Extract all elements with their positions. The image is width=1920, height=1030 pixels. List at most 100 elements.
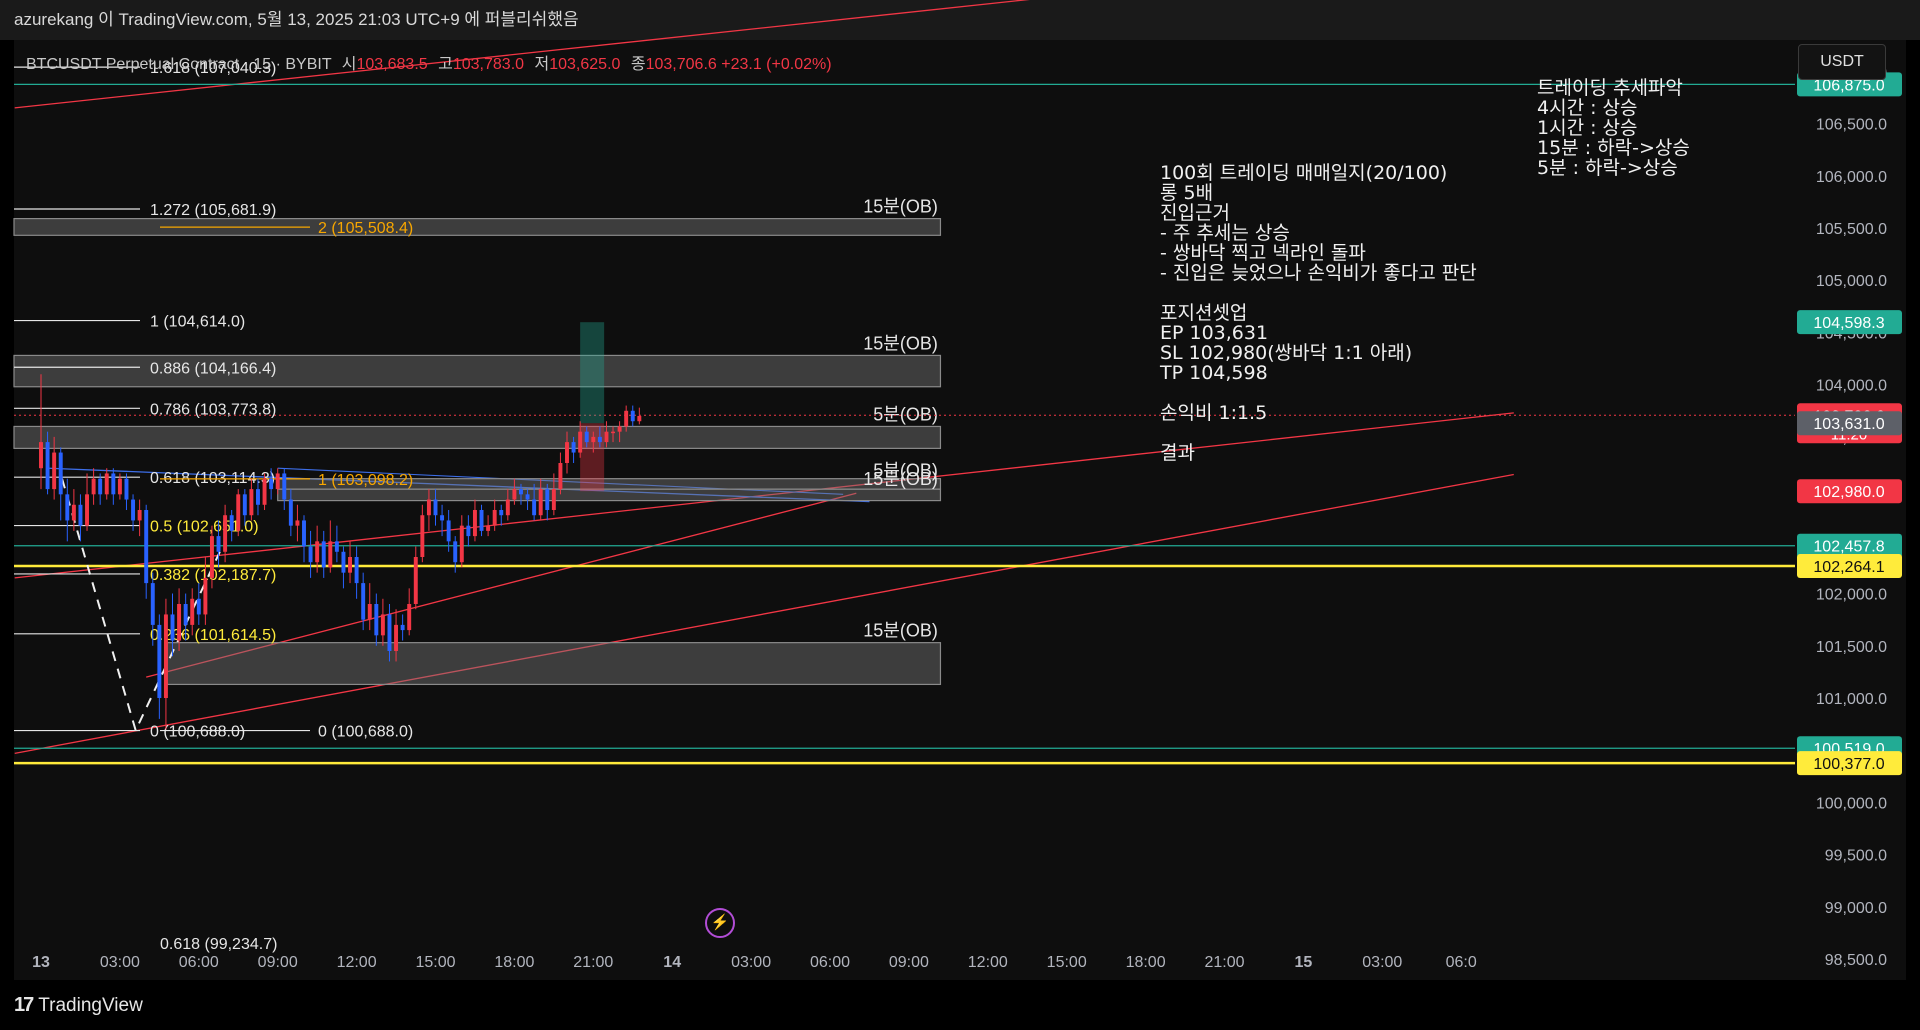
candle-body[interactable]	[341, 551, 346, 573]
candle-body[interactable]	[262, 478, 267, 505]
candle-body[interactable]	[328, 541, 333, 568]
candle-body[interactable]	[334, 541, 339, 552]
price-axis[interactable]	[1795, 80, 1906, 980]
candle-body[interactable]	[505, 499, 510, 516]
candle-body[interactable]	[39, 442, 43, 469]
candle-body[interactable]	[104, 473, 109, 495]
candle-body[interactable]	[321, 541, 326, 568]
candle-body[interactable]	[472, 510, 477, 537]
candle-body[interactable]	[617, 426, 622, 432]
candle-body[interactable]	[499, 510, 504, 516]
candle-body[interactable]	[131, 499, 136, 521]
candle-body[interactable]	[578, 431, 583, 453]
candle-body[interactable]	[144, 510, 149, 584]
candle-body[interactable]	[420, 515, 425, 557]
candle-body[interactable]	[275, 473, 280, 490]
order-block-zone[interactable]	[277, 488, 942, 502]
candle-body[interactable]	[486, 525, 491, 531]
candle-body[interactable]	[407, 604, 412, 631]
currency-button[interactable]: USDT	[1798, 44, 1886, 80]
position-target-zone[interactable]	[580, 322, 605, 424]
candle-body[interactable]	[223, 515, 228, 552]
candle-body[interactable]	[249, 489, 254, 516]
candle-body[interactable]	[137, 510, 142, 521]
candle-body[interactable]	[124, 478, 129, 500]
candle-body[interactable]	[229, 515, 234, 531]
tradingview-brand[interactable]: 17 TradingView	[14, 994, 143, 1017]
candle-body[interactable]	[150, 583, 155, 625]
candle-body[interactable]	[630, 410, 635, 422]
candle-body[interactable]	[611, 431, 615, 434]
candle-body[interactable]	[65, 494, 70, 521]
candle-body[interactable]	[532, 499, 537, 516]
candle-body[interactable]	[374, 604, 379, 636]
candle-body[interactable]	[78, 504, 83, 526]
candle-body[interactable]	[426, 499, 431, 516]
candle-body[interactable]	[558, 463, 563, 490]
candle-body[interactable]	[170, 614, 175, 641]
candle-body[interactable]	[519, 489, 523, 495]
candle-body[interactable]	[624, 410, 629, 427]
candle-body[interactable]	[591, 436, 596, 443]
candle-body[interactable]	[163, 614, 168, 698]
candle-body[interactable]	[400, 624, 405, 631]
order-block-zone[interactable]	[13, 425, 942, 449]
order-block-zone[interactable]	[13, 218, 942, 236]
candle-body[interactable]	[413, 557, 418, 604]
candle-body[interactable]	[98, 478, 103, 495]
candle-body[interactable]	[538, 489, 543, 516]
candle-body[interactable]	[512, 489, 517, 500]
candle-body[interactable]	[354, 557, 359, 584]
candle-body[interactable]	[565, 442, 569, 463]
candle-body[interactable]	[71, 504, 76, 521]
candle-body[interactable]	[209, 536, 214, 578]
position-stop-zone[interactable]	[580, 423, 605, 492]
order-block-zone[interactable]	[166, 642, 942, 686]
candle-body[interactable]	[308, 546, 313, 563]
candle-body[interactable]	[466, 525, 471, 537]
candle-body[interactable]	[551, 489, 556, 510]
symbol-title[interactable]: BTCUSDT Perpetual Contract · 15 · BYBIT	[26, 56, 331, 73]
candle-body[interactable]	[256, 489, 260, 505]
candle-body[interactable]	[525, 494, 530, 500]
candle-body[interactable]	[604, 431, 609, 443]
candle-body[interactable]	[315, 541, 320, 563]
candle-body[interactable]	[545, 489, 550, 510]
candle-body[interactable]	[111, 473, 116, 495]
candle-body[interactable]	[440, 515, 445, 521]
candle-body[interactable]	[183, 604, 188, 625]
candle-body[interactable]	[190, 598, 195, 625]
candle-body[interactable]	[85, 494, 89, 526]
candle-body[interactable]	[387, 614, 392, 651]
time-axis[interactable]	[14, 940, 1906, 980]
candle-body[interactable]	[479, 510, 484, 531]
candle-body[interactable]	[216, 536, 221, 552]
candle-body[interactable]	[453, 541, 458, 563]
candle-body[interactable]	[117, 478, 122, 495]
candle-body[interactable]	[203, 577, 208, 615]
candle-body[interactable]	[302, 520, 306, 547]
candle-body[interactable]	[380, 614, 385, 636]
candle-body[interactable]	[236, 494, 241, 531]
candle-body[interactable]	[196, 598, 201, 615]
candle-body[interactable]	[584, 431, 589, 443]
candle-body[interactable]	[361, 583, 366, 620]
candle-body[interactable]	[394, 624, 399, 651]
candle-body[interactable]	[91, 478, 96, 495]
candle-body[interactable]	[288, 499, 293, 526]
candle-body[interactable]	[242, 494, 247, 516]
candle-body[interactable]	[58, 452, 63, 495]
candle-body[interactable]	[45, 442, 50, 490]
candle-body[interactable]	[295, 520, 300, 526]
candle-body[interactable]	[571, 442, 576, 453]
candle-body[interactable]	[367, 604, 372, 620]
candle-body[interactable]	[637, 416, 642, 422]
candle-body[interactable]	[282, 473, 287, 500]
candle-body[interactable]	[433, 499, 438, 516]
candle-body[interactable]	[52, 452, 57, 490]
candle-body[interactable]	[492, 510, 497, 526]
candle-body[interactable]	[348, 557, 352, 573]
candle-body[interactable]	[177, 604, 182, 641]
candle-body[interactable]	[597, 436, 602, 443]
candle-body[interactable]	[459, 525, 464, 563]
